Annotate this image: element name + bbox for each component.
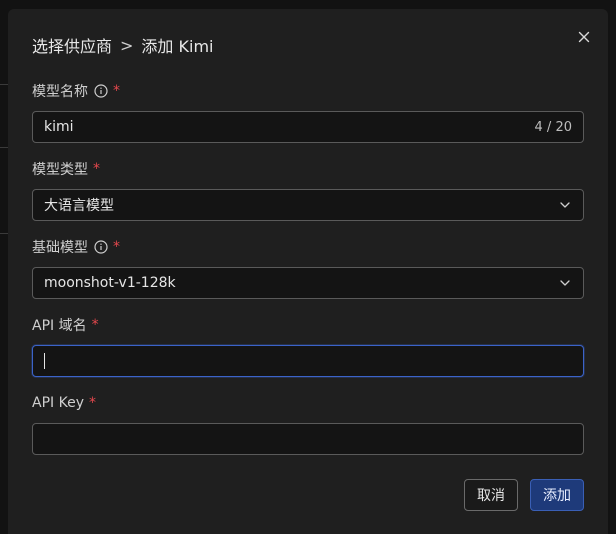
background-divider [0,84,8,85]
model-name-label-text: 模型名称 [32,84,88,100]
close-icon [578,31,590,43]
chevron-down-icon[interactable] [558,198,572,212]
required-mark: * [88,395,96,411]
dialog-title: 添加 Kimi [141,37,214,56]
model-name-label: 模型名称 * [32,81,120,101]
text-caret [44,353,45,369]
char-counter: 4 / 20 [534,119,572,135]
background-divider [0,147,8,148]
model-type-label: 模型类型 * [32,159,100,179]
api-domain-label: API 域名 * [32,315,99,335]
required-mark: * [93,161,100,177]
base-model-select[interactable]: moonshot-v1-128k [32,267,584,299]
model-name-input[interactable]: kimi 4 / 20 [32,111,584,143]
chevron-down-icon[interactable] [558,276,572,290]
required-mark: * [91,317,99,333]
info-icon[interactable] [94,240,108,254]
breadcrumb-separator: > [120,35,134,55]
api-key-input[interactable] [32,423,584,455]
model-name-value[interactable]: kimi [44,119,535,135]
api-domain-input[interactable] [32,345,584,377]
required-mark: * [113,239,120,255]
add-button[interactable]: 添加 [530,479,584,511]
model-type-label-text: 模型类型 [32,162,88,178]
background-divider [0,233,8,234]
api-key-label: API Key * [32,393,96,413]
base-model-value[interactable]: moonshot-v1-128k [44,275,558,291]
api-key-label-text: API Key [32,395,84,411]
model-type-value[interactable]: 大语言模型 [44,195,558,215]
dialog-header: 选择供应商 > 添加 Kimi [32,33,213,57]
base-model-label: 基础模型 * [32,237,120,257]
required-mark: * [113,83,120,99]
breadcrumb-parent[interactable]: 选择供应商 [32,33,112,57]
base-model-label-text: 基础模型 [32,240,88,256]
cancel-button[interactable]: 取消 [464,479,518,511]
close-button[interactable] [576,29,592,45]
info-icon[interactable] [94,84,108,98]
api-domain-label-text: API 域名 [32,318,87,334]
add-model-dialog: 选择供应商 > 添加 Kimi 模型名称 * kimi 4 / 20 模型类型 … [8,9,608,534]
model-type-select[interactable]: 大语言模型 [32,189,584,221]
